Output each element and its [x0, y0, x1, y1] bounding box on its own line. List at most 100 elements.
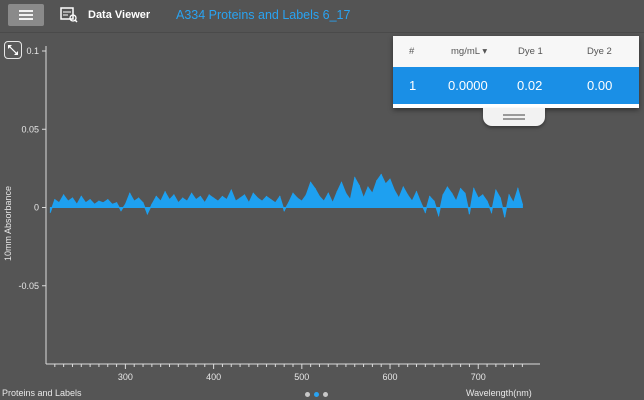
- spectrum-point: [230, 189, 232, 191]
- menu-button[interactable]: [8, 4, 44, 26]
- spectrum-point: [270, 199, 272, 201]
- spectrum-point: [102, 202, 104, 204]
- y-axis-label: 10mm Absorbance: [3, 186, 13, 261]
- spectrum-point: [89, 199, 91, 201]
- spectrum-point: [85, 202, 87, 204]
- spectrum-point: [67, 200, 69, 202]
- spectrum-point: [521, 203, 524, 205]
- spectrum-point: [429, 195, 431, 198]
- spectrum-point: [93, 203, 96, 205]
- spectrum-point: [111, 203, 113, 205]
- spectrum-point: [279, 195, 281, 198]
- column-header-index[interactable]: #: [409, 46, 414, 57]
- spectrum-point: [446, 186, 448, 188]
- page-dot[interactable]: [323, 392, 328, 397]
- page-dot[interactable]: [314, 392, 319, 397]
- spectrum-point: [495, 189, 497, 191]
- spectrum-point: [499, 197, 501, 199]
- row-dye-2-value: 0.00: [587, 78, 613, 93]
- spectrum-point: [424, 211, 426, 213]
- spectrum-point: [116, 202, 118, 204]
- spectrum-point: [464, 192, 466, 194]
- row-index: 1: [409, 78, 417, 93]
- expand-chart-button[interactable]: [4, 41, 22, 59]
- spectrum-point: [512, 202, 515, 204]
- spectrum-point: [314, 188, 316, 190]
- spectrum-point: [433, 200, 435, 202]
- spectrum-point: [177, 202, 179, 204]
- spectrum-point: [107, 199, 109, 201]
- column-header-mg-ml[interactable]: mg/mL ▾: [451, 46, 487, 57]
- spectrum-point: [199, 195, 201, 198]
- spectrum-point: [504, 216, 506, 218]
- spectrum-point: [336, 191, 338, 193]
- x-axis-label: Wavelength(nm): [466, 388, 532, 398]
- spectrum-point: [76, 203, 78, 205]
- spectrum-point: [508, 194, 510, 196]
- spectrum-point: [477, 197, 479, 199]
- spectrum-point: [195, 199, 197, 201]
- x-tick-label: 400: [206, 372, 221, 382]
- x-tick-label: 600: [383, 372, 398, 382]
- spectrum-point: [354, 177, 356, 179]
- sort-descending-icon: ▾: [482, 46, 488, 57]
- column-header-dye-1[interactable]: Dye 1: [518, 46, 543, 57]
- spectrum-point: [124, 203, 126, 205]
- spectrum-point: [182, 197, 184, 199]
- spectrum-point: [261, 200, 263, 202]
- spectrum-point: [460, 188, 462, 190]
- spectrum-point: [363, 197, 365, 199]
- spectrum-point: [49, 211, 52, 213]
- y-tick-label: 0.1: [26, 46, 39, 56]
- spectrum-point: [191, 192, 193, 194]
- document-title[interactable]: A334 Proteins and Labels 6_17: [176, 8, 350, 22]
- spectrum-point: [257, 197, 259, 199]
- spectrum-point: [208, 194, 210, 196]
- page-dot[interactable]: [305, 392, 310, 397]
- spectrum-point: [146, 213, 148, 215]
- footer-app-name: Proteins and Labels: [2, 388, 82, 398]
- spectrum-point: [358, 185, 360, 187]
- x-tick-label: 300: [118, 372, 133, 382]
- spectrum-point: [367, 186, 369, 188]
- spectrum-point: [213, 197, 215, 199]
- data-viewer-icon: [60, 7, 78, 23]
- spectrum-point: [402, 186, 404, 188]
- table-panel-handle[interactable]: [483, 108, 545, 126]
- spectrum-point: [517, 188, 519, 190]
- spectrum-point: [380, 174, 382, 176]
- spectrum-point: [349, 199, 351, 201]
- spectrum-point: [323, 200, 325, 202]
- spectrum-point: [252, 192, 254, 194]
- spectrum-point: [160, 200, 162, 202]
- spectrum-point: [482, 194, 484, 196]
- spectrum-point: [345, 192, 347, 194]
- spectrum-point: [340, 181, 343, 184]
- spectrum-point: [54, 199, 56, 201]
- spectrum-point: [292, 192, 294, 194]
- spectrum-point: [226, 199, 228, 201]
- spectrum-point: [217, 200, 219, 202]
- spectrum-point: [411, 200, 413, 202]
- spectrum-point: [451, 192, 453, 194]
- spectrum-point: [129, 192, 131, 194]
- spectrum-point: [442, 194, 444, 196]
- spectrum-point: [310, 181, 312, 184]
- spectrum-point: [80, 195, 82, 198]
- spectrum-point: [142, 202, 144, 204]
- row-dye-1-value: 0.02: [517, 78, 543, 93]
- column-header-dye-2[interactable]: Dye 2: [587, 46, 612, 57]
- spectrum-point: [473, 188, 475, 190]
- spectrum-point: [288, 202, 290, 204]
- table-row[interactable]: 1 0.0000 0.02 0.00: [393, 67, 639, 104]
- spectrum-point: [204, 202, 206, 204]
- spectrum-point: [235, 200, 237, 202]
- x-tick-label: 700: [471, 372, 486, 382]
- spectrum-point: [398, 197, 400, 199]
- row-mg-ml-value: 0.0000: [448, 78, 488, 93]
- spectrum-point: [468, 213, 470, 215]
- spectrum-point: [490, 211, 493, 213]
- spectrum-point: [133, 200, 135, 202]
- spectrum-point: [248, 202, 250, 204]
- spectrum-point: [265, 195, 268, 198]
